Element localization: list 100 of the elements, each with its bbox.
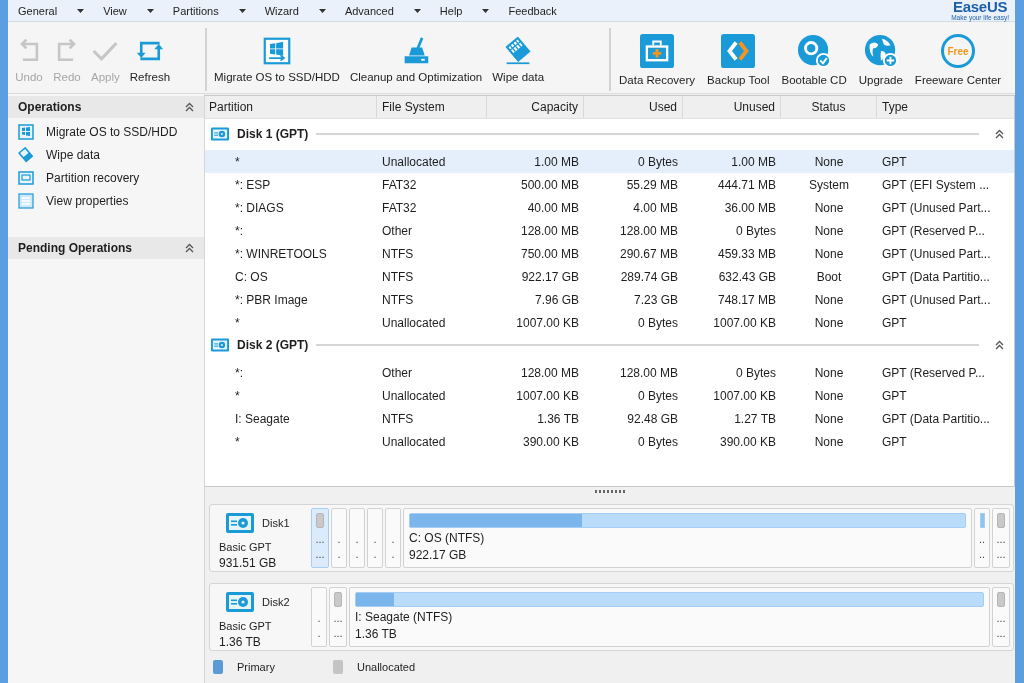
toolbar-button[interactable]: Migrate OS to SSD/HDD [210, 37, 344, 84]
collapse-icon[interactable] [995, 340, 1004, 350]
partition-bar [979, 513, 985, 528]
column-header[interactable]: Status [781, 96, 877, 118]
table-cell-text: GPT (Unused Part... [881, 200, 992, 215]
menu-item[interactable]: Wizard [262, 1, 328, 20]
partition-block[interactable]: ... ... [329, 587, 347, 647]
column-header[interactable]: Unused [683, 96, 781, 118]
sidebar-item[interactable]: Wipe data [8, 143, 204, 166]
collapse-icon[interactable] [995, 129, 1004, 139]
partition-row[interactable]: *: Other 128.00 MB 128.00 MB 0 Bytes None GPT (Reserved P... [205, 361, 1014, 384]
table-cell-text: 0 Bytes [636, 388, 679, 403]
column-header[interactable]: Type [877, 96, 1014, 118]
menu-item[interactable]: Advanced [342, 1, 423, 20]
unallocated-bar [997, 513, 1005, 528]
table-cell-text: 0 Bytes [636, 434, 679, 449]
disk-name: Disk1 [262, 517, 291, 529]
caret-icon [482, 8, 490, 13]
partition-block[interactable]: . . [311, 587, 327, 647]
menu-item[interactable]: Help [437, 1, 492, 20]
partition-label: . [391, 532, 395, 547]
partition-size: 922.17 GB [409, 547, 468, 563]
partition-label: . [317, 611, 321, 626]
partition-row[interactable]: * Unallocated 1007.00 KB 0 Bytes 1007.00 KB None GPT [205, 384, 1014, 407]
column-header[interactable]: Partition [205, 96, 377, 118]
partition-row[interactable]: * Unallocated 1.00 MB 0 Bytes 1.00 MB None GPT [205, 150, 1014, 173]
partition-row[interactable]: * Unallocated 1007.00 KB 0 Bytes 1007.00 KB None GPT [205, 311, 1014, 334]
globe-plus-icon [863, 34, 898, 68]
collapse-icon[interactable] [185, 102, 194, 112]
partition-label: ... [315, 532, 325, 547]
free-logo: Free [941, 34, 975, 68]
partition-size: . [337, 547, 341, 561]
disk-name: Disk2 [262, 596, 291, 608]
table-cell-text: 128.00 MB [618, 223, 679, 238]
partition-block[interactable]: . . [367, 508, 383, 568]
partition-block[interactable]: . . [385, 508, 401, 568]
panel-header[interactable]: Pending Operations [8, 237, 204, 259]
partition-block[interactable]: . . [331, 508, 347, 568]
partition-row[interactable]: *: PBR Image NTFS 7.96 GB 7.23 GB 748.17 MB None GPT (Unused Part... [205, 288, 1014, 311]
partition-row[interactable]: *: ESP FAT32 500.00 MB 55.29 MB 444.71 MB System GPT (EFI System ... [205, 173, 1014, 196]
menu-item[interactable]: General [16, 1, 87, 20]
toolbar-button[interactable]: Bootable CD [777, 34, 851, 87]
partition-size: 1.36 TB [355, 626, 398, 642]
toolbar-button[interactable]: Upgrade [854, 34, 907, 87]
partition-row[interactable]: *: WINRETOOLS NTFS 750.00 MB 290.67 MB 459.33 MB None GPT (Unused Part... [205, 242, 1014, 265]
logo-text: EaseUS [953, 0, 1008, 14]
menu-item[interactable]: Feedback [506, 1, 559, 20]
table-cell-text: 36.00 MB [723, 200, 777, 215]
column-header[interactable]: Capacity [487, 96, 584, 118]
partition-row[interactable]: C: OS NTFS 922.17 GB 289.74 GB 632.43 GB Boot GPT (Data Partitio... [205, 265, 1014, 288]
table-cell-text: None [813, 246, 845, 261]
partition-label: . [355, 532, 359, 547]
column-header[interactable]: File System [377, 96, 487, 118]
partition-block[interactable]: ... ... [992, 508, 1010, 568]
table-cell-text: 750.00 MB [519, 246, 580, 261]
column-header[interactable]: Used [584, 96, 683, 118]
table-cell-text: 289.74 GB [619, 269, 679, 284]
panel-header[interactable]: Operations [8, 96, 204, 118]
table-cell-text: None [813, 200, 845, 215]
menu-item[interactable]: View [101, 1, 156, 20]
toolbar-button[interactable]: Data Recovery [615, 34, 700, 87]
collapse-icon[interactable] [185, 243, 194, 253]
toolbar-button[interactable]: Backup Tool [703, 34, 774, 87]
partition-row[interactable]: I: Seagate NTFS 1.36 TB 92.48 GB 1.27 TB None GPT (Data Partitio... [205, 407, 1014, 430]
disk-group-title: Disk 2 (GPT) [237, 338, 309, 352]
partition-block[interactable]: . . [349, 508, 365, 568]
partition-row[interactable]: * Unallocated 390.00 KB 0 Bytes 390.00 KB None GPT [205, 430, 1014, 453]
table-cell-text: 290.67 MB [618, 246, 679, 261]
table-cell-text: Unallocated [381, 154, 447, 169]
splitter-handle[interactable] [595, 490, 625, 493]
table-cell-text: None [813, 411, 845, 426]
menu-item[interactable]: Partitions [170, 1, 248, 20]
sidebar-item[interactable]: Migrate OS to SSD/HDD [8, 120, 204, 143]
table-cell-text: 0 Bytes [636, 315, 679, 330]
partition-row[interactable]: *: Other 128.00 MB 128.00 MB 0 Bytes None GPT (Reserved P... [205, 219, 1014, 242]
toolbar-button[interactable]: Wipe data [488, 37, 549, 84]
toolbar-button[interactable]: Cleanup and Optimization [345, 37, 487, 84]
caret-icon [318, 8, 326, 13]
sidebar-item[interactable]: Partition recovery [8, 166, 204, 189]
sidebar-item[interactable]: View properties [8, 189, 204, 212]
table-cell-text: GPT [881, 315, 908, 330]
toolbar-button[interactable]: Free Freeware Center [910, 34, 1006, 87]
table-cell-text: GPT [881, 388, 908, 403]
table-cell-text: 459.33 MB [716, 246, 777, 261]
table-cell-text: 40.00 MB [526, 200, 580, 215]
partition-block[interactable]: C: OS (NTFS) 922.17 GB [403, 508, 972, 568]
toolbar-button[interactable]: Refresh [125, 37, 175, 84]
partition-block[interactable]: ... ... [311, 508, 329, 568]
partition-block[interactable]: .. .. [974, 508, 990, 568]
hard-drive-icon [226, 513, 254, 533]
table-cell-text: * [234, 388, 241, 403]
partition-block[interactable]: I: Seagate (NTFS) 1.36 TB [349, 587, 990, 647]
table-cell-text: *: [234, 223, 244, 238]
table-cell-text: 92.48 GB [626, 411, 679, 426]
table-cell-text: 1007.00 KB [712, 388, 777, 403]
table-cell-text: 1007.00 KB [515, 388, 580, 403]
partition-block[interactable]: ... ... [992, 587, 1010, 647]
partition-row[interactable]: *: DIAGS FAT32 40.00 MB 4.00 MB 36.00 MB None GPT (Unused Part... [205, 196, 1014, 219]
table-cell-text: 1.27 TB [733, 411, 777, 426]
partition-size: . [355, 547, 359, 561]
